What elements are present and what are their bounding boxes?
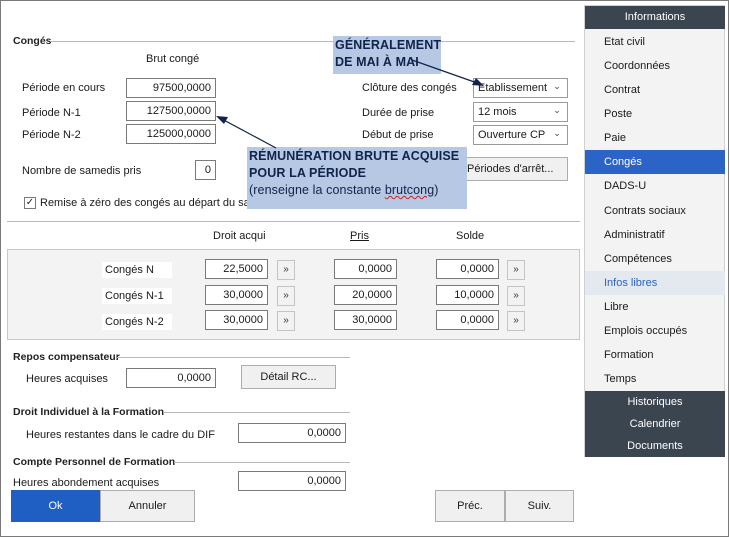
repos-group-divider	[117, 357, 350, 358]
repos-group-title: Repos compensateur	[13, 351, 120, 363]
sidebar-sub-historiques[interactable]: Historiques	[585, 391, 725, 413]
callout-line: GÉNÉRALEMENT	[335, 38, 442, 52]
pris-field[interactable]: 20,0000	[334, 285, 397, 305]
detail-rc-button[interactable]: Détail RC...	[241, 365, 336, 389]
callout-arrow	[216, 116, 277, 149]
grid-row-label: Congés N	[102, 262, 172, 278]
col-droit-header: Droit acqui	[213, 230, 266, 242]
sidebar: Informations Etat civil Coordonnées Cont…	[584, 5, 725, 457]
dif-heures-label: Heures restantes dans le cadre du DIF	[26, 429, 215, 441]
sidebar-item-etat-civil[interactable]: Etat civil	[585, 30, 725, 54]
expand-arrow-button[interactable]: »	[507, 311, 525, 331]
debut-label: Début de prise	[362, 129, 434, 141]
prec-button[interactable]: Préc.	[435, 490, 505, 522]
sidebar-header: Informations	[585, 6, 725, 29]
periode-n1-label: Période N-1	[22, 107, 81, 119]
periode-en-cours-label: Période en cours	[22, 82, 106, 94]
debut-select[interactable]: Ouverture CP ⌄	[473, 125, 568, 145]
droit-acqui-field[interactable]: 30,0000	[205, 310, 268, 330]
sidebar-item-libre[interactable]: Libre	[585, 295, 725, 319]
sidebar-item-dads-u[interactable]: DADS-U	[585, 174, 725, 198]
callout-note: (renseigne la constante brutcong)	[249, 183, 439, 197]
grid-row-label: Congés N-2	[102, 314, 172, 330]
repos-heures-label: Heures acquises	[26, 373, 108, 385]
cpf-heures-field[interactable]: 0,0000	[238, 471, 346, 491]
section-divider	[7, 221, 580, 222]
callout-line: POUR LA PÉRIODE	[249, 166, 367, 180]
expand-arrow-button[interactable]: »	[277, 286, 295, 306]
ok-button[interactable]: Ok	[11, 490, 100, 522]
sidebar-item-infos-libres[interactable]: Infos libres	[585, 271, 725, 295]
grid-row-label: Congés N-1	[102, 288, 172, 304]
chevron-down-icon: ⌄	[553, 81, 561, 91]
cpf-group-divider	[174, 462, 350, 463]
periode-n2-label: Période N-2	[22, 129, 81, 141]
periodes-arret-button[interactable]: Périodes d'arrêt...	[452, 157, 568, 181]
sidebar-item-contrat[interactable]: Contrat	[585, 78, 725, 102]
sidebar-sub-documents[interactable]: Documents	[585, 435, 725, 457]
expand-arrow-button[interactable]: »	[277, 311, 295, 331]
solde-field[interactable]: 0,0000	[436, 259, 499, 279]
conges-group-title: Congés	[13, 35, 52, 47]
chevron-down-icon: ⌄	[553, 105, 561, 115]
callout-arrow	[411, 59, 484, 86]
sidebar-item-administratif[interactable]: Administratif	[585, 223, 725, 247]
sidebar-item-coordonnees[interactable]: Coordonnées	[585, 54, 725, 78]
remise-checkbox-label: Remise à zéro des congés au départ du sa…	[40, 197, 259, 209]
dif-heures-field[interactable]: 0,0000	[238, 423, 346, 443]
cpf-heures-label: Heures abondement acquises	[13, 477, 160, 489]
periode-n1-field[interactable]: 127500,0000	[126, 101, 216, 121]
remuneration-callout: RÉMUNÉRATION BRUTE ACQUISE POUR LA PÉRIO…	[247, 147, 467, 209]
droit-acqui-field[interactable]: 22,5000	[205, 259, 268, 279]
pris-field[interactable]: 0,0000	[334, 259, 397, 279]
samedis-field[interactable]: 0	[195, 160, 216, 180]
duree-label: Durée de prise	[362, 107, 435, 119]
sidebar-item-paie[interactable]: Paie	[585, 126, 725, 150]
droit-acqui-field[interactable]: 30,0000	[205, 285, 268, 305]
dif-group-divider	[163, 412, 350, 413]
remise-checkbox[interactable]: ✓	[24, 197, 36, 209]
expand-arrow-button[interactable]: »	[277, 260, 295, 280]
annuler-button[interactable]: Annuler	[100, 490, 195, 522]
sidebar-item-formation[interactable]: Formation	[585, 343, 725, 367]
sidebar-item-competences[interactable]: Compétences	[585, 247, 725, 271]
sidebar-item-conges[interactable]: Congés	[585, 150, 725, 174]
sidebar-item-temps[interactable]: Temps	[585, 367, 725, 391]
periode-en-cours-field[interactable]: 97500,0000	[126, 78, 216, 98]
col-pris-header: Pris	[350, 230, 369, 242]
conges-group-divider	[50, 41, 575, 42]
cpf-group-title: Compte Personnel de Formation	[13, 456, 176, 468]
chevron-down-icon: ⌄	[553, 128, 561, 138]
duree-select[interactable]: 12 mois ⌄	[473, 102, 568, 122]
periode-n2-field[interactable]: 125000,0000	[126, 124, 216, 144]
pris-field[interactable]: 30,0000	[334, 310, 397, 330]
sidebar-sub-calendrier[interactable]: Calendrier	[585, 413, 725, 435]
col-solde-header: Solde	[456, 230, 485, 242]
samedis-label: Nombre de samedis pris	[22, 165, 142, 177]
solde-field[interactable]: 0,0000	[436, 310, 499, 330]
duree-select-value: 12 mois	[478, 106, 517, 118]
sidebar-item-emplois-occupes[interactable]: Emplois occupés	[585, 319, 725, 343]
repos-heures-field[interactable]: 0,0000	[126, 368, 216, 388]
solde-field[interactable]: 10,0000	[436, 285, 499, 305]
suiv-button[interactable]: Suiv.	[505, 490, 574, 522]
sidebar-item-poste[interactable]: Poste	[585, 102, 725, 126]
debut-select-value: Ouverture CP	[478, 129, 546, 141]
brut-conge-header: Brut congé	[146, 53, 200, 65]
dif-group-title: Droit Individuel à la Formation	[13, 406, 165, 418]
sidebar-item-contrats-sociaux[interactable]: Contrats sociaux	[585, 199, 725, 223]
expand-arrow-button[interactable]: »	[507, 260, 525, 280]
expand-arrow-button[interactable]: »	[507, 286, 525, 306]
